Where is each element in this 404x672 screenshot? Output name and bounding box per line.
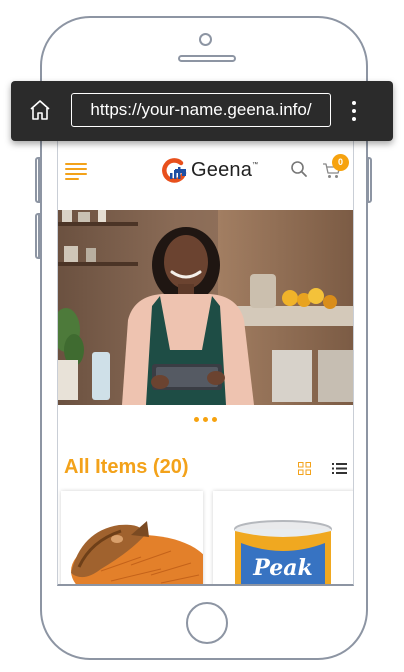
peak-milk-can-image: Peak <box>213 491 353 584</box>
brand-name: Geena™ <box>191 158 259 181</box>
phone-side-button <box>367 157 372 203</box>
hamburger-menu-icon[interactable] <box>65 163 87 180</box>
hero-photo <box>58 210 353 405</box>
geena-logo-icon <box>162 158 187 183</box>
phone-side-button <box>35 213 40 259</box>
grid-view-icon[interactable] <box>298 462 311 475</box>
search-icon[interactable] <box>290 160 308 178</box>
brand-logo[interactable]: Geena™ <box>162 154 258 186</box>
phone-camera <box>199 33 212 46</box>
browser-address-bar: https://your-name.geena.info/ <box>11 81 393 141</box>
product-card[interactable] <box>61 491 203 584</box>
svg-text:Peak: Peak <box>252 555 312 581</box>
more-options-icon[interactable] <box>351 101 357 123</box>
section-title: All Items (20) <box>64 456 189 478</box>
carousel-dots[interactable] <box>194 417 217 422</box>
app-screen: Geena™ 0 All Items (20) Peak <box>57 128 354 586</box>
carousel-dot[interactable] <box>203 417 208 422</box>
jollof-rice-image <box>61 491 203 584</box>
product-card[interactable]: Peak <box>213 491 353 584</box>
hero-banner-image[interactable] <box>58 210 353 405</box>
phone-side-button <box>35 157 40 203</box>
carousel-dot[interactable] <box>212 417 217 422</box>
url-field[interactable]: https://your-name.geena.info/ <box>71 93 331 127</box>
list-view-icon[interactable] <box>332 462 347 475</box>
carousel-dot[interactable] <box>194 417 199 422</box>
home-icon[interactable] <box>29 99 51 121</box>
cart-count-badge: 0 <box>332 154 349 171</box>
phone-speaker <box>178 55 236 62</box>
phone-home-button[interactable] <box>186 602 228 644</box>
